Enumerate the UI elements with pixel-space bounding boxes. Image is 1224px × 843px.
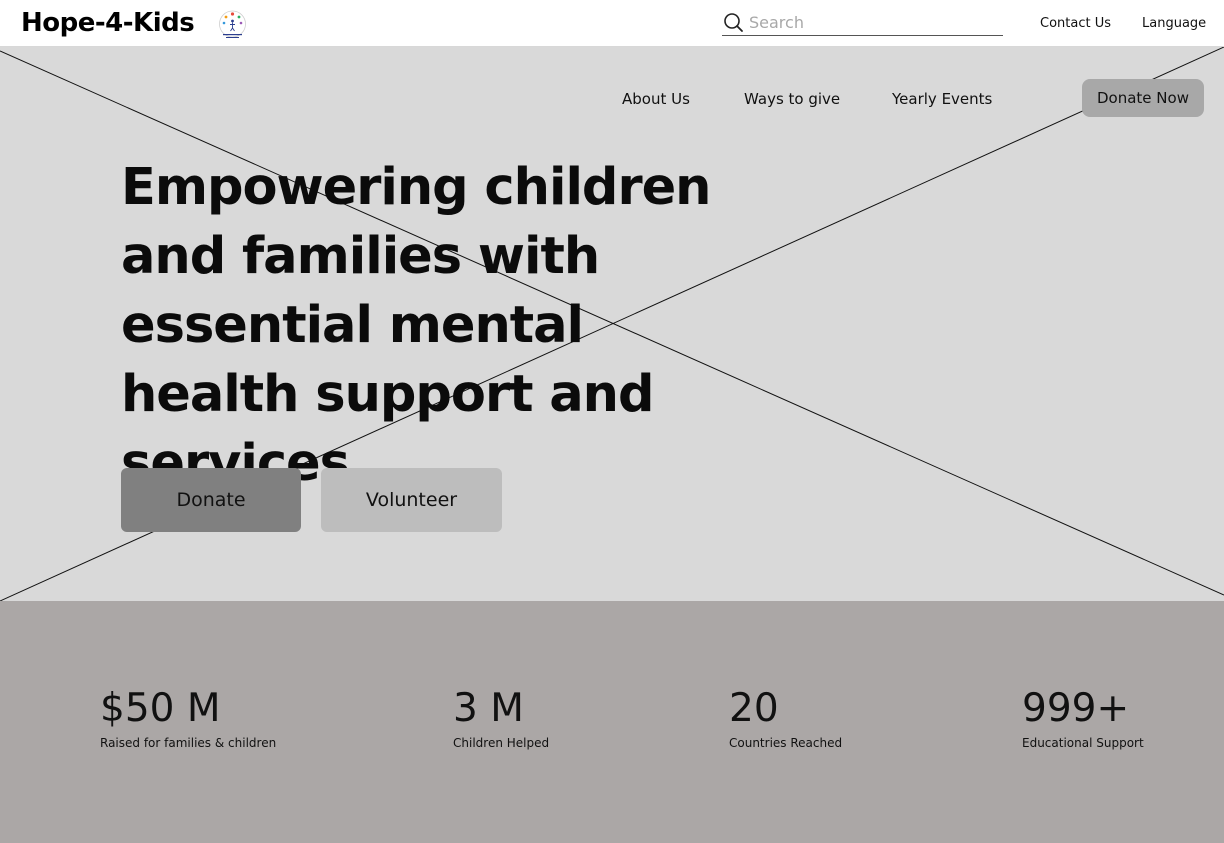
stat-label: Raised for families & children bbox=[100, 736, 277, 750]
stat-value: 999+ bbox=[1022, 686, 1130, 731]
brand-name[interactable]: Hope-4-Kids bbox=[21, 8, 195, 38]
stat-label: Children Helped bbox=[453, 736, 550, 750]
stats-section: $50 M Raised for families & children 3 M… bbox=[0, 601, 1224, 843]
stat-item: 3 M Children Helped bbox=[453, 686, 550, 751]
nav-about-us[interactable]: About Us bbox=[622, 90, 690, 108]
stat-label: Countries Reached bbox=[729, 736, 843, 750]
search-icon[interactable] bbox=[722, 11, 744, 33]
donate-button[interactable]: Donate bbox=[121, 468, 301, 532]
top-bar: Hope-4-Kids Contact Us Language bbox=[0, 0, 1224, 47]
donate-now-button[interactable]: Donate Now bbox=[1082, 79, 1204, 117]
search-bar bbox=[722, 10, 1003, 36]
stat-value: 3 M bbox=[453, 686, 524, 731]
stat-value: $50 M bbox=[100, 686, 221, 731]
logo-icon[interactable] bbox=[218, 9, 247, 43]
language-link[interactable]: Language bbox=[1142, 16, 1206, 31]
stat-item: $50 M Raised for families & children bbox=[100, 686, 277, 751]
stat-value: 20 bbox=[729, 686, 779, 731]
contact-us-link[interactable]: Contact Us bbox=[1040, 16, 1111, 31]
hero-section: About Us Ways to give Yearly Events Dona… bbox=[0, 47, 1224, 601]
nav-yearly-events[interactable]: Yearly Events bbox=[892, 90, 992, 108]
volunteer-button[interactable]: Volunteer bbox=[321, 468, 502, 532]
stat-item: 20 Countries Reached bbox=[729, 686, 843, 751]
search-input[interactable] bbox=[749, 11, 999, 33]
stat-item: 999+ Educational Support bbox=[1022, 686, 1144, 751]
nav-ways-to-give[interactable]: Ways to give bbox=[744, 90, 840, 108]
hero-headline: Empowering children and families with es… bbox=[121, 158, 712, 493]
stat-label: Educational Support bbox=[1022, 736, 1144, 750]
